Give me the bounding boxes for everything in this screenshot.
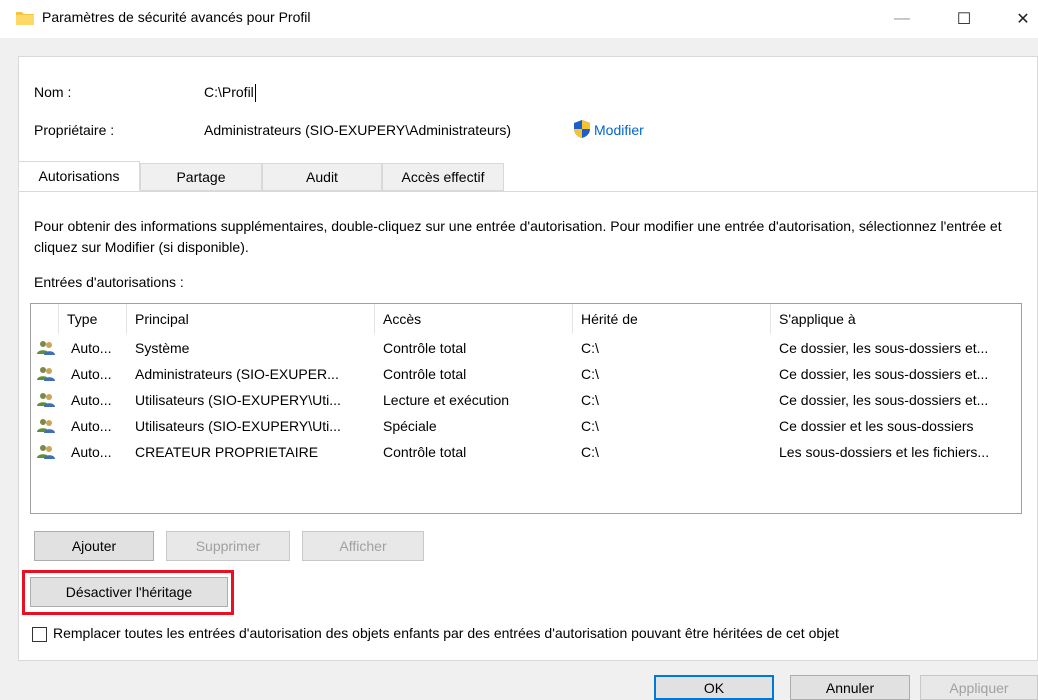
name-value: C:\Profil: [204, 84, 256, 103]
table-row[interactable]: Auto... Système Contrôle total C:\ Ce do…: [31, 336, 1021, 361]
column-header-applies-to[interactable]: S'applique à: [771, 304, 1021, 334]
replace-child-entries-checkbox[interactable]: [32, 627, 47, 642]
column-header-type[interactable]: Type: [59, 304, 127, 334]
cell-type: Auto...: [71, 418, 112, 434]
cell-inherited-from: C:\: [581, 340, 599, 356]
users-icon: [37, 367, 55, 381]
replace-child-entries-label: Remplacer toutes les entrées d'autorisat…: [53, 625, 839, 641]
permission-entries-list[interactable]: Type Principal Accès Hérité de S'appliqu…: [30, 303, 1022, 514]
table-row[interactable]: Auto... Utilisateurs (SIO-EXUPERY\Uti...…: [31, 414, 1021, 439]
list-header: Type Principal Accès Hérité de S'appliqu…: [31, 304, 1021, 334]
table-row[interactable]: Auto... Administrateurs (SIO-EXUPER... C…: [31, 362, 1021, 387]
minimize-button[interactable]: —: [879, 0, 925, 38]
tab-audit[interactable]: Audit: [262, 163, 382, 191]
view-button[interactable]: Afficher: [302, 531, 424, 561]
cancel-button[interactable]: Annuler: [790, 675, 910, 700]
owner-value: Administrateurs (SIO-EXUPERY\Administrat…: [204, 122, 512, 138]
cell-applies-to: Ce dossier, les sous-dossiers et...: [779, 340, 989, 356]
cell-access: Spéciale: [383, 418, 437, 434]
cell-applies-to: Les sous-dossiers et les fichiers...: [779, 444, 990, 460]
folder-icon: [16, 12, 34, 25]
maximize-icon: ☐: [956, 11, 972, 28]
cell-applies-to: Ce dossier et les sous-dossiers: [779, 418, 974, 434]
cell-applies-to: Ce dossier, les sous-dossiers et...: [779, 366, 989, 382]
entries-label: Entrées d'autorisations :: [34, 274, 184, 290]
cell-type: Auto...: [71, 366, 112, 382]
owner-label: Propriétaire :: [34, 122, 115, 138]
tab-partage[interactable]: Partage: [140, 163, 262, 191]
cell-access: Lecture et exécution: [383, 392, 510, 408]
text-caret: [254, 84, 256, 103]
icon-column-header: [31, 304, 59, 334]
cell-principal: Administrateurs (SIO-EXUPER...: [135, 366, 339, 382]
cell-type: Auto...: [71, 392, 112, 408]
add-button[interactable]: Ajouter: [34, 531, 154, 561]
users-icon: [37, 341, 55, 355]
tab-acces-effectif[interactable]: Accès effectif: [382, 163, 504, 191]
cell-inherited-from: C:\: [581, 418, 599, 434]
cell-access: Contrôle total: [383, 366, 467, 382]
tab-divider: [18, 191, 1038, 192]
cell-inherited-from: C:\: [581, 392, 599, 408]
tab-autorisations[interactable]: Autorisations: [18, 161, 140, 191]
highlight-box: [22, 570, 234, 615]
cell-principal: Utilisateurs (SIO-EXUPERY\Uti...: [135, 392, 341, 408]
cell-principal: CREATEUR PROPRIETAIRE: [135, 444, 319, 460]
cell-access: Contrôle total: [383, 340, 467, 356]
cell-applies-to: Ce dossier, les sous-dossiers et...: [779, 392, 989, 408]
cell-type: Auto...: [71, 444, 112, 460]
apply-button[interactable]: Appliquer: [920, 675, 1038, 700]
cell-inherited-from: C:\: [581, 444, 599, 460]
table-row[interactable]: Auto... CREATEUR PROPRIETAIRE Contrôle t…: [31, 440, 1021, 465]
uac-shield-icon: [574, 120, 590, 138]
cell-inherited-from: C:\: [581, 366, 599, 382]
close-icon: ✕: [1016, 11, 1030, 28]
column-header-access[interactable]: Accès: [375, 304, 573, 334]
column-header-inherited-from[interactable]: Hérité de: [573, 304, 771, 334]
cell-principal: Système: [135, 340, 190, 356]
name-value-text: C:\Profil: [204, 84, 254, 100]
window-title: Paramètres de sécurité avancés pour Prof…: [42, 9, 311, 25]
close-button[interactable]: ✕: [1000, 0, 1038, 38]
maximize-button[interactable]: ☐: [941, 0, 987, 38]
minimize-icon: —: [894, 10, 910, 27]
modify-owner-link[interactable]: Modifier: [594, 122, 644, 138]
name-label: Nom :: [34, 84, 72, 100]
users-icon: [37, 445, 55, 459]
column-header-principal[interactable]: Principal: [127, 304, 375, 334]
description-text: Pour obtenir des informations supplément…: [34, 218, 1002, 255]
cell-access: Contrôle total: [383, 444, 467, 460]
users-icon: [37, 393, 55, 407]
table-row[interactable]: Auto... Utilisateurs (SIO-EXUPERY\Uti...…: [31, 388, 1021, 413]
remove-button[interactable]: Supprimer: [166, 531, 290, 561]
ok-button[interactable]: OK: [654, 675, 774, 700]
cell-type: Auto...: [71, 340, 112, 356]
cell-principal: Utilisateurs (SIO-EXUPERY\Uti...: [135, 418, 341, 434]
users-icon: [37, 419, 55, 433]
